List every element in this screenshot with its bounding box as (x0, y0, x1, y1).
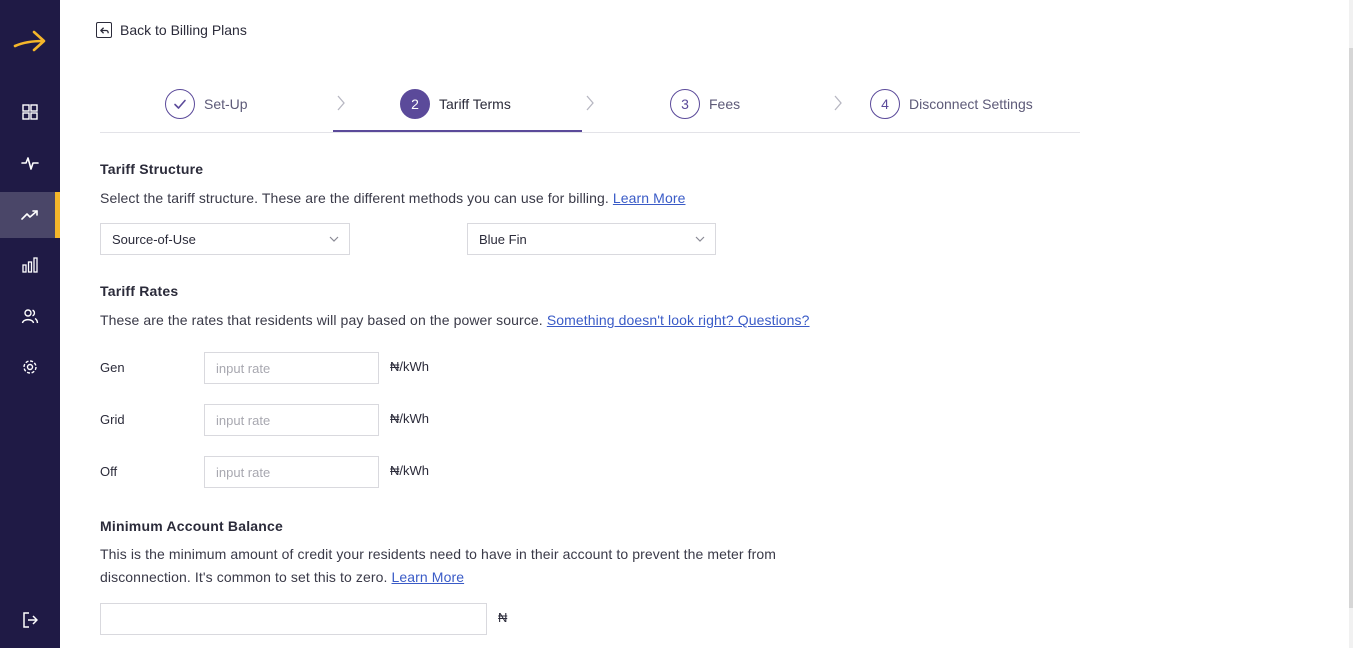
rate-unit: ₦/kWh (390, 359, 429, 374)
description-text: These are the rates that residents will … (100, 312, 543, 328)
users-icon (21, 309, 39, 324)
minimum-balance-input[interactable] (100, 603, 487, 635)
rate-unit: ₦/kWh (390, 463, 429, 478)
arrow-right-logo-icon (13, 30, 46, 52)
step-label: Set-Up (204, 96, 248, 112)
tariff-rates-description: These are the rates that residents will … (100, 309, 810, 332)
gen-rate-input[interactable] (204, 352, 379, 384)
sidebar-item-users[interactable] (0, 293, 60, 339)
step-label: Disconnect Settings (909, 96, 1033, 112)
dashboard-grid-icon (22, 104, 38, 120)
back-arrow-icon (96, 22, 112, 38)
scrollbar-thumb[interactable] (1349, 48, 1353, 608)
activity-pulse-icon (21, 157, 39, 170)
step-setup[interactable]: Set-Up (165, 89, 248, 119)
tariff-structure-title: Tariff Structure (100, 161, 204, 177)
select-value: Source-of-Use (112, 231, 196, 247)
active-step-indicator (333, 130, 582, 132)
currency-unit: ₦ (498, 610, 508, 625)
step-number: 4 (870, 89, 900, 119)
logout-button[interactable] (0, 597, 60, 643)
step-number: 3 (670, 89, 700, 119)
step-disconnect-settings[interactable]: 4 Disconnect Settings (870, 89, 1033, 119)
minimum-balance-title: Minimum Account Balance (100, 518, 283, 534)
rate-label: Gen (100, 360, 125, 375)
rate-unit: ₦/kWh (390, 411, 429, 426)
rate-row-grid: Grid ₦/kWh (100, 404, 500, 436)
step-number: 2 (400, 89, 430, 119)
chevron-right-icon (337, 95, 345, 111)
chevron-right-icon (586, 95, 594, 111)
logout-icon (23, 612, 38, 628)
learn-more-link[interactable]: Learn More (392, 569, 465, 585)
step-tariff-terms[interactable]: 2 Tariff Terms (400, 89, 511, 119)
chevron-down-icon (329, 236, 339, 242)
chevron-right-icon (834, 95, 842, 111)
chevron-down-icon (695, 236, 705, 242)
description-text: disconnection. It's common to set this t… (100, 569, 388, 585)
trending-up-icon (21, 210, 38, 220)
app-logo[interactable] (12, 24, 48, 60)
tariff-structure-description: Select the tariff structure. These are t… (100, 187, 685, 210)
back-to-billing-plans-link[interactable]: Back to Billing Plans (96, 22, 247, 38)
sidebar-item-activity[interactable] (0, 140, 60, 186)
description-line-2: disconnection. It's common to set this t… (100, 566, 776, 589)
provider-select[interactable]: Blue Fin (467, 223, 716, 255)
rate-label: Grid (100, 412, 125, 427)
description-text: Select the tariff structure. These are t… (100, 190, 609, 206)
sidebar-item-settings[interactable] (0, 344, 60, 390)
sidebar (0, 0, 60, 648)
step-label: Fees (709, 96, 741, 112)
learn-more-link[interactable]: Learn More (613, 190, 686, 206)
sidebar-item-reports[interactable] (0, 242, 60, 288)
rate-row-gen: Gen ₦/kWh (100, 352, 500, 384)
select-value: Blue Fin (479, 231, 527, 247)
back-link-label: Back to Billing Plans (120, 22, 247, 38)
checkmark-icon (165, 89, 195, 119)
wizard-stepper: Set-Up 2 Tariff Terms 3 Fees 4 Disconnec… (100, 80, 1080, 133)
settings-gear-icon (23, 360, 37, 374)
rate-row-off: Off ₦/kWh (100, 456, 500, 488)
questions-link[interactable]: Something doesn't look right? Questions? (547, 312, 810, 328)
off-rate-input[interactable] (204, 456, 379, 488)
page-scrollbar[interactable] (1349, 0, 1353, 648)
step-label: Tariff Terms (439, 96, 511, 112)
tariff-rates-title: Tariff Rates (100, 283, 179, 299)
rate-label: Off (100, 464, 118, 479)
step-fees[interactable]: 3 Fees (670, 89, 740, 119)
minimum-balance-description: This is the minimum amount of credit you… (100, 543, 776, 589)
bar-chart-icon (22, 257, 38, 273)
description-line-1: This is the minimum amount of credit you… (100, 546, 777, 562)
tariff-structure-select[interactable]: Source-of-Use (100, 223, 350, 255)
sidebar-item-billing[interactable] (0, 192, 60, 238)
sidebar-item-dashboard[interactable] (0, 89, 60, 135)
grid-rate-input[interactable] (204, 404, 379, 436)
